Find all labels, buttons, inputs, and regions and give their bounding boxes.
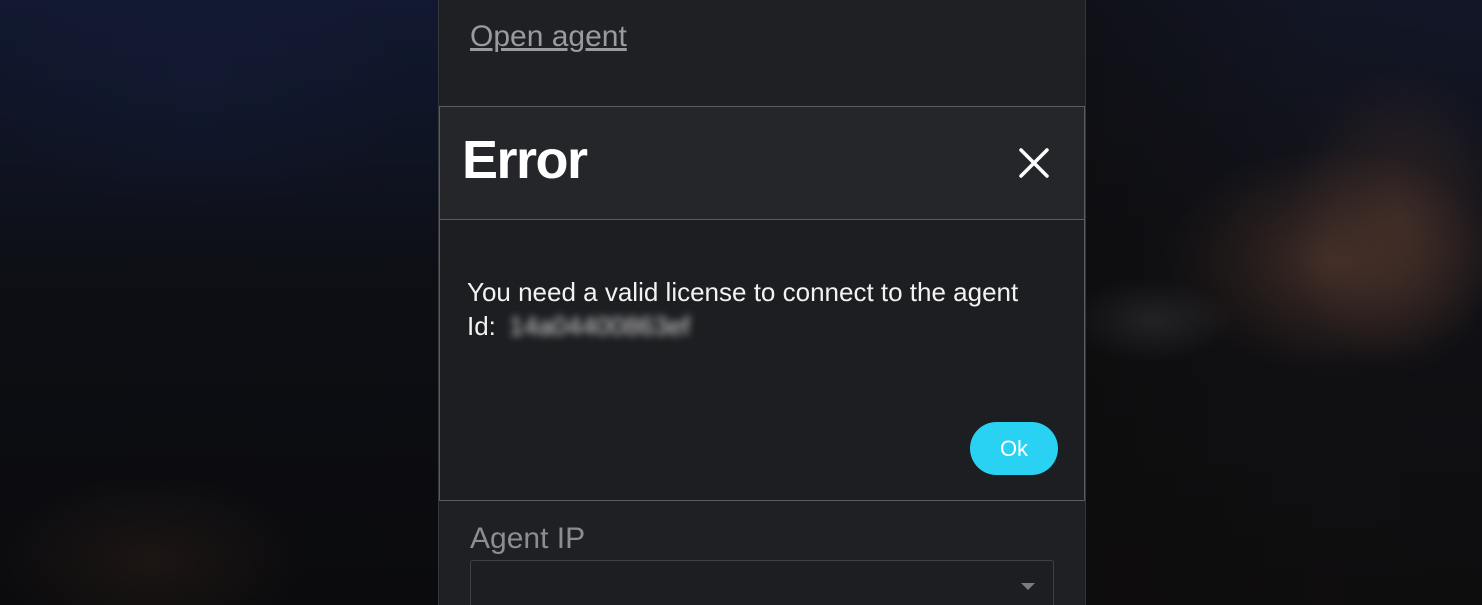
background-right-region: [1086, 0, 1482, 605]
dropdown-arrow-icon: [1021, 583, 1035, 590]
agent-id-label: Id:: [467, 311, 496, 341]
dialog-title: Error: [462, 130, 588, 190]
error-dialog: Error You need a valid license to connec…: [439, 106, 1085, 501]
agent-ip-label: Agent IP: [470, 522, 586, 555]
background-left-region: [0, 0, 438, 605]
agent-ip-select[interactable]: [470, 560, 1054, 605]
close-icon[interactable]: [1014, 143, 1054, 183]
agent-id-line: Id: 14a04400863ef: [467, 309, 1067, 343]
dialog-message: You need a valid license to connect to t…: [467, 277, 1019, 307]
dialog-header: Error: [440, 107, 1084, 220]
open-agent-link[interactable]: Open agent: [470, 20, 627, 54]
dialog-message-area: You need a valid license to connect to t…: [467, 275, 1067, 343]
agent-id-value: 14a04400863ef: [509, 311, 690, 341]
ok-button[interactable]: Ok: [970, 422, 1058, 475]
